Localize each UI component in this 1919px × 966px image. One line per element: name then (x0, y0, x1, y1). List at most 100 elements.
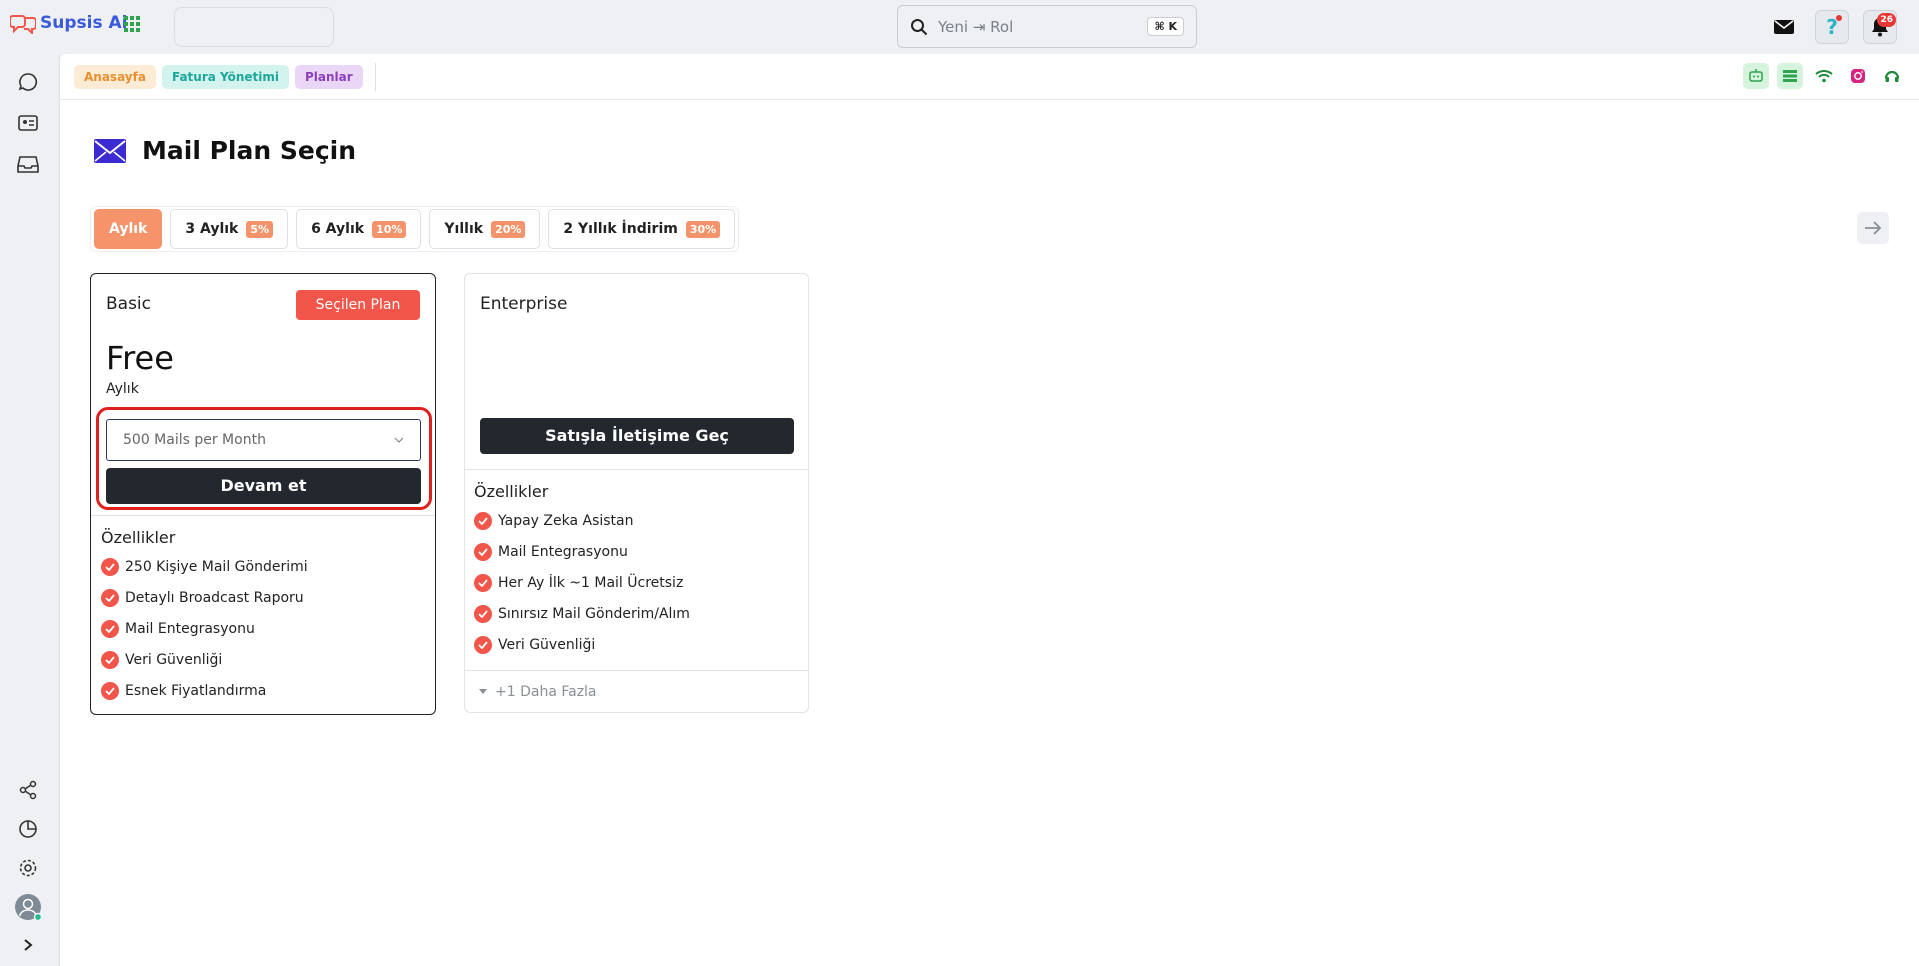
main-content: Anasayfa Fatura Yönetimi Planlar Mail Pl… (60, 54, 1919, 966)
tab-3-months[interactable]: 3 Aylık 5% (170, 209, 289, 249)
check-icon (474, 512, 492, 530)
tab-label: 2 Yıllık İndirim (563, 221, 678, 237)
top-bar: Supsis Ai Yeni ⇥ Rol ⌘ K ? 26 (0, 0, 1919, 54)
bot-icon[interactable] (1743, 63, 1769, 89)
list-item: Veri Güvenliği (101, 650, 308, 670)
caret-down-icon (479, 689, 487, 694)
select-value: 500 Mails per Month (123, 432, 266, 448)
list-item: Sınırsız Mail Gönderim/Alım (474, 604, 690, 624)
wifi-icon[interactable] (1811, 63, 1837, 89)
list-item: Mail Entegrasyonu (101, 619, 308, 639)
tab-2-years[interactable]: 2 Yıllık İndirim 30% (548, 209, 736, 249)
headset-icon[interactable] (1879, 63, 1905, 89)
workspace-selector[interactable] (174, 7, 334, 47)
sidebar-share-icon[interactable] (16, 778, 40, 802)
list-item: Mail Entegrasyonu (474, 542, 690, 562)
page-title: Mail Plan Seçin (142, 136, 357, 165)
discount-badge: 10% (372, 220, 407, 238)
search-placeholder: Yeni ⇥ Rol (938, 17, 1014, 36)
mail-quota-select[interactable]: 500 Mails per Month (106, 419, 421, 461)
tab-yearly[interactable]: Yıllık 20% (429, 209, 541, 249)
tab-label: Yıllık (444, 221, 484, 237)
check-icon (101, 589, 119, 607)
sidebar-contacts-icon[interactable] (16, 111, 40, 135)
user-avatar[interactable] (14, 893, 42, 921)
mail-icon (1774, 20, 1794, 34)
notifications-button[interactable]: 26 (1863, 10, 1897, 44)
tab-label: 3 Aylık (185, 221, 239, 237)
breadcrumb: Anasayfa Fatura Yönetimi Planlar (60, 54, 1919, 100)
plan-name: Enterprise (480, 294, 568, 314)
feature-label: Sınırsız Mail Gönderim/Alım (498, 606, 690, 622)
sidebar-inbox-icon[interactable] (16, 152, 40, 176)
feature-label: Veri Güvenliği (125, 652, 223, 668)
list-item: Esnek Fiyatlandırma (101, 681, 308, 701)
check-icon (101, 682, 119, 700)
search-bar[interactable]: Yeni ⇥ Rol ⌘ K (897, 5, 1197, 48)
plan-card-enterprise: Enterprise Satışla İletişime Geç Özellik… (464, 273, 809, 713)
check-icon (101, 620, 119, 638)
list-item: 250 Kişiye Mail Gönderimi (101, 557, 308, 577)
sidebar-settings-icon[interactable] (16, 856, 40, 880)
features-list: 250 Kişiye Mail Gönderimi Detaylı Broadc… (101, 557, 308, 701)
chevron-down-icon (394, 437, 404, 443)
feature-label: Esnek Fiyatlandırma (125, 683, 267, 699)
features-list: Yapay Zeka Asistan Mail Entegrasyonu Her… (474, 511, 690, 655)
help-button[interactable]: ? (1815, 10, 1849, 44)
notification-count: 26 (1877, 13, 1896, 27)
show-more-link[interactable]: +1 Daha Fazla (479, 684, 597, 700)
card-divider (465, 670, 808, 671)
search-icon (911, 18, 928, 35)
list-item: Detaylı Broadcast Raporu (101, 588, 308, 608)
tab-label: Aylık (109, 221, 148, 237)
sidebar-chat-icon[interactable] (16, 70, 40, 94)
card-divider (91, 515, 435, 516)
instagram-icon[interactable] (1845, 63, 1871, 89)
page-header: Mail Plan Seçin (94, 136, 356, 165)
check-icon (101, 651, 119, 669)
discount-badge: 5% (246, 220, 274, 238)
feature-label: Yapay Zeka Asistan (498, 513, 634, 529)
envelope-icon (94, 138, 126, 163)
plan-name: Basic (106, 294, 152, 314)
tab-label: 6 Aylık (311, 221, 365, 237)
billing-period-tabs: Aylık 3 Aylık 5% 6 Aylık 10% Yıllık 20% … (90, 206, 740, 252)
card-divider (465, 469, 808, 470)
feature-label: Mail Entegrasyonu (125, 621, 255, 637)
breadcrumb-plans[interactable]: Planlar (295, 64, 363, 89)
plan-card-basic: Basic Seçilen Plan Free Aylık 500 Mails … (90, 273, 436, 715)
app-name: Supsis Ai (40, 13, 128, 33)
sidebar (0, 54, 60, 966)
features-title: Özellikler (474, 482, 549, 501)
show-more-label: +1 Daha Fazla (495, 684, 597, 700)
discount-badge: 30% (685, 220, 721, 238)
selected-plan-badge: Seçilen Plan (296, 290, 420, 320)
sidebar-reports-icon[interactable] (16, 817, 40, 841)
list-item: Yapay Zeka Asistan (474, 511, 690, 531)
feature-label: Detaylı Broadcast Raporu (125, 590, 304, 606)
next-arrow-button[interactable] (1857, 212, 1889, 244)
feature-label: Her Ay İlk ~1 Mail Ücretsiz (498, 575, 684, 591)
check-icon (474, 543, 492, 561)
mail-button[interactable] (1767, 10, 1801, 44)
feature-label: Mail Entegrasyonu (498, 544, 628, 560)
check-icon (474, 605, 492, 623)
apps-grid-icon[interactable] (124, 16, 140, 32)
logo-icon (10, 15, 36, 34)
list-icon[interactable] (1777, 63, 1803, 89)
app-logo[interactable]: Supsis Ai (10, 12, 127, 34)
integration-icons (1743, 63, 1905, 89)
continue-button[interactable]: Devam et (106, 468, 421, 504)
check-icon (474, 574, 492, 592)
breadcrumb-billing[interactable]: Fatura Yönetimi (161, 64, 289, 89)
tab-monthly[interactable]: Aylık (94, 209, 163, 249)
features-title: Özellikler (101, 528, 176, 547)
feature-label: 250 Kişiye Mail Gönderimi (125, 559, 308, 575)
breadcrumb-home[interactable]: Anasayfa (74, 64, 156, 89)
check-icon (474, 636, 492, 654)
contact-sales-button[interactable]: Satışla İletişime Geç (480, 418, 794, 454)
help-dot (1836, 15, 1842, 21)
sidebar-expand-icon[interactable] (16, 933, 40, 957)
check-icon (101, 558, 119, 576)
tab-6-months[interactable]: 6 Aylık 10% (296, 209, 422, 249)
